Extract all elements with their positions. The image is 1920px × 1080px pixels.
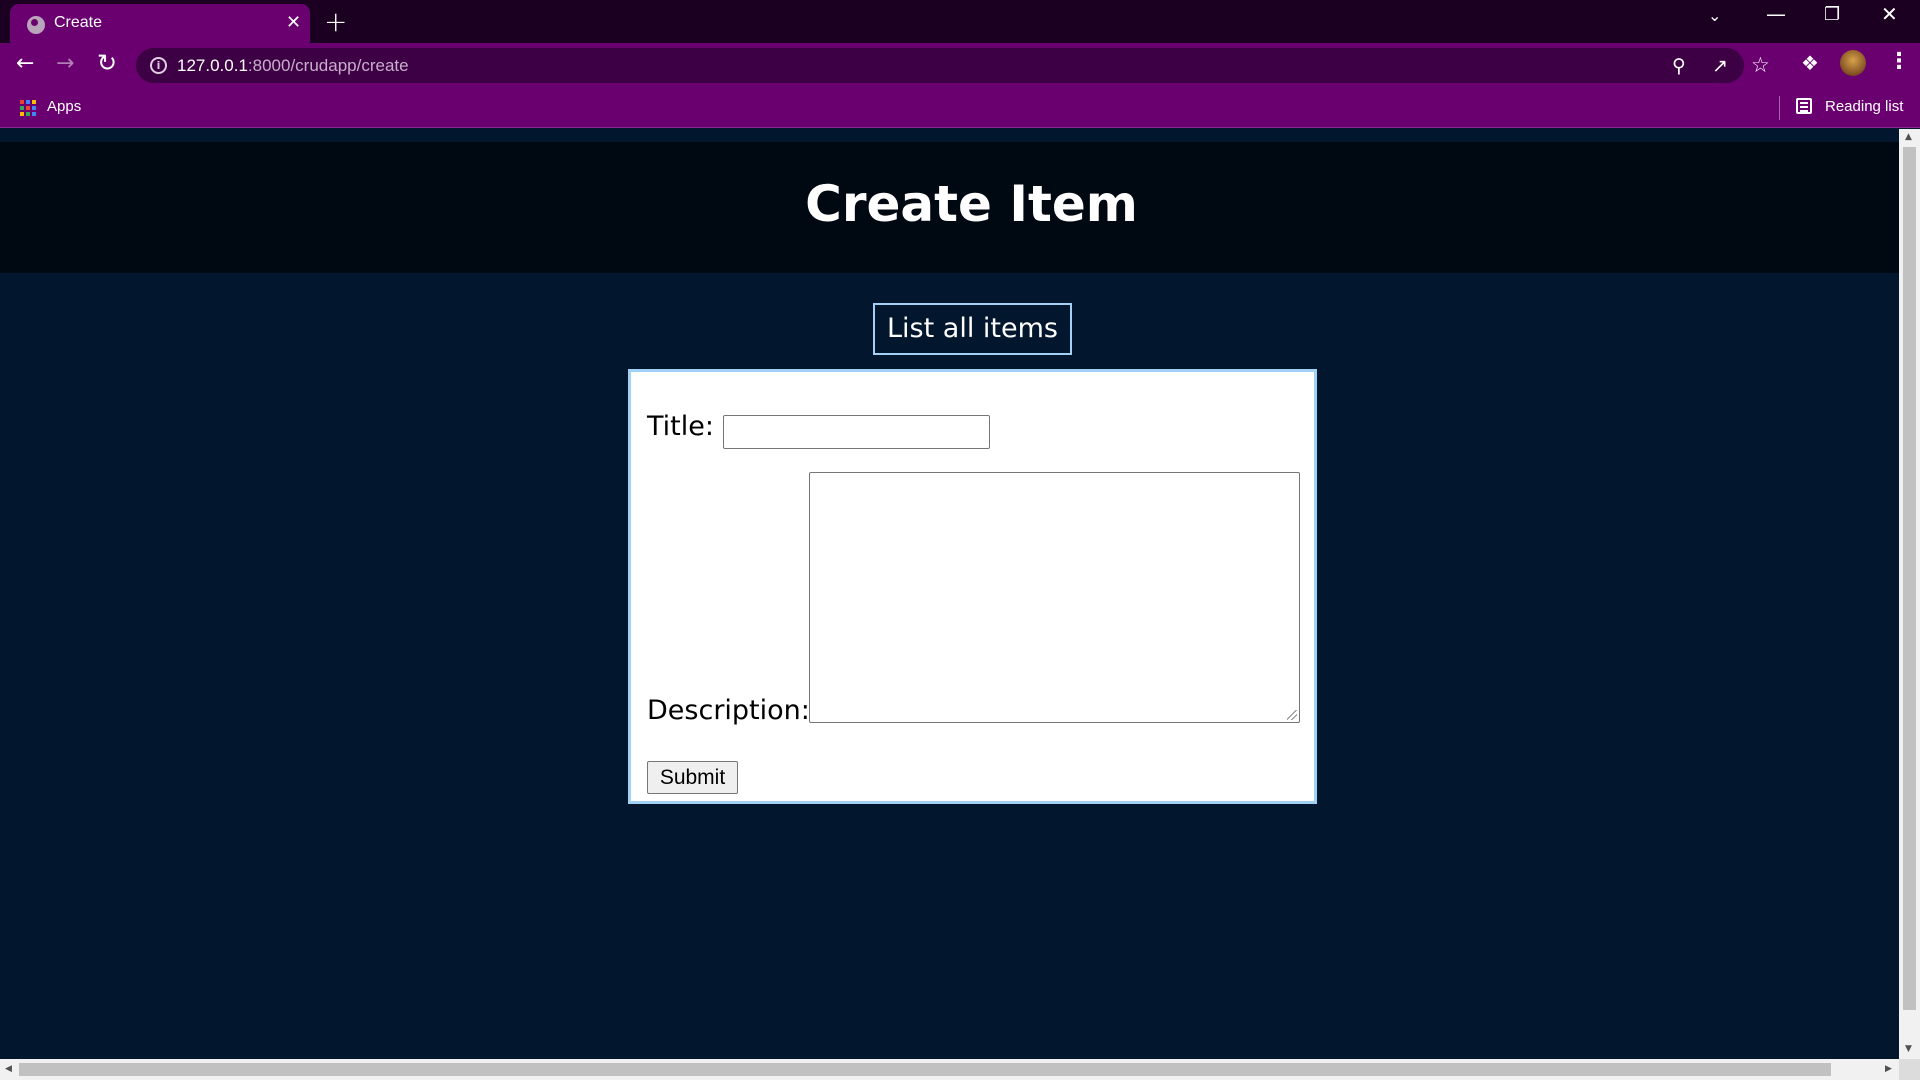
- page-viewport: Create Item List all items Title: Descri…: [0, 129, 1899, 1059]
- scroll-left-arrow-icon[interactable]: ◀: [5, 1064, 12, 1074]
- share-icon[interactable]: ↗: [1712, 55, 1728, 77]
- title-input[interactable]: [723, 415, 990, 449]
- reload-icon[interactable]: ↻: [97, 49, 117, 77]
- create-item-form: Title: Description: Submit: [628, 369, 1317, 804]
- reading-list-button[interactable]: Reading list: [1825, 98, 1903, 115]
- page-title: Create Item: [805, 175, 1138, 233]
- horizontal-scroll-thumb[interactable]: [19, 1063, 1831, 1076]
- vertical-scrollbar[interactable]: ▲ ▼: [1899, 129, 1920, 1059]
- profile-avatar[interactable]: [1840, 50, 1866, 76]
- url-text[interactable]: 127.0.0.1:8000/crudapp/create: [177, 56, 409, 76]
- new-tab-button[interactable]: +: [324, 5, 347, 38]
- scrollbar-corner: [1899, 1059, 1920, 1080]
- close-window-button[interactable]: ✕: [1881, 2, 1898, 26]
- horizontal-scrollbar[interactable]: ◀ ▶: [0, 1059, 1899, 1080]
- scroll-up-arrow-icon[interactable]: ▲: [1905, 132, 1912, 142]
- browser-toolbar: ← → ↻ i 127.0.0.1:8000/crudapp/create ⚲ …: [0, 43, 1920, 88]
- apps-bookmark[interactable]: Apps: [47, 98, 81, 115]
- url-path: :8000/crudapp/create: [247, 56, 409, 75]
- submit-button[interactable]: Submit: [647, 761, 738, 794]
- bookmarks-divider: [1779, 96, 1780, 120]
- back-arrow-icon[interactable]: ←: [16, 51, 34, 76]
- scroll-down-arrow-icon[interactable]: ▼: [1905, 1044, 1912, 1054]
- extensions-puzzle-icon[interactable]: ❖: [1801, 51, 1819, 75]
- close-tab-icon[interactable]: ✕: [286, 12, 301, 33]
- tab-title: Create: [54, 14, 103, 31]
- title-label: Title:: [647, 411, 714, 442]
- tab-strip: Create ✕ + ⌄ — ❐ ✕: [0, 0, 1920, 43]
- forward-arrow-icon[interactable]: →: [56, 51, 74, 76]
- url-host: 127.0.0.1: [177, 56, 248, 75]
- zoom-icon[interactable]: ⚲: [1672, 55, 1686, 77]
- globe-icon: [27, 16, 45, 34]
- restore-button[interactable]: ❐: [1824, 4, 1840, 25]
- bookmarks-bar: Apps Reading list: [0, 88, 1920, 128]
- description-label: Description:: [647, 695, 810, 726]
- reading-list-icon[interactable]: [1796, 98, 1812, 114]
- scroll-right-arrow-icon[interactable]: ▶: [1885, 1064, 1892, 1074]
- page-header: Create Item: [0, 142, 1899, 273]
- resize-grip-icon[interactable]: [1287, 710, 1297, 720]
- list-all-items-link[interactable]: List all items: [873, 303, 1072, 355]
- description-textarea[interactable]: [809, 472, 1300, 723]
- browser-menu-icon[interactable]: ⋮: [1888, 49, 1910, 74]
- address-bar[interactable]: i 127.0.0.1:8000/crudapp/create ⚲ ↗ ☆: [136, 48, 1770, 83]
- minimize-button[interactable]: —: [1766, 2, 1786, 26]
- tab-search-chevron-icon[interactable]: ⌄: [1708, 6, 1721, 25]
- apps-grid-icon[interactable]: [20, 100, 36, 116]
- site-info-icon[interactable]: i: [150, 57, 167, 74]
- vertical-scroll-thumb[interactable]: [1903, 147, 1916, 1010]
- bookmark-star-icon[interactable]: ☆: [1751, 53, 1770, 77]
- browser-tab-active[interactable]: Create ✕: [10, 4, 310, 43]
